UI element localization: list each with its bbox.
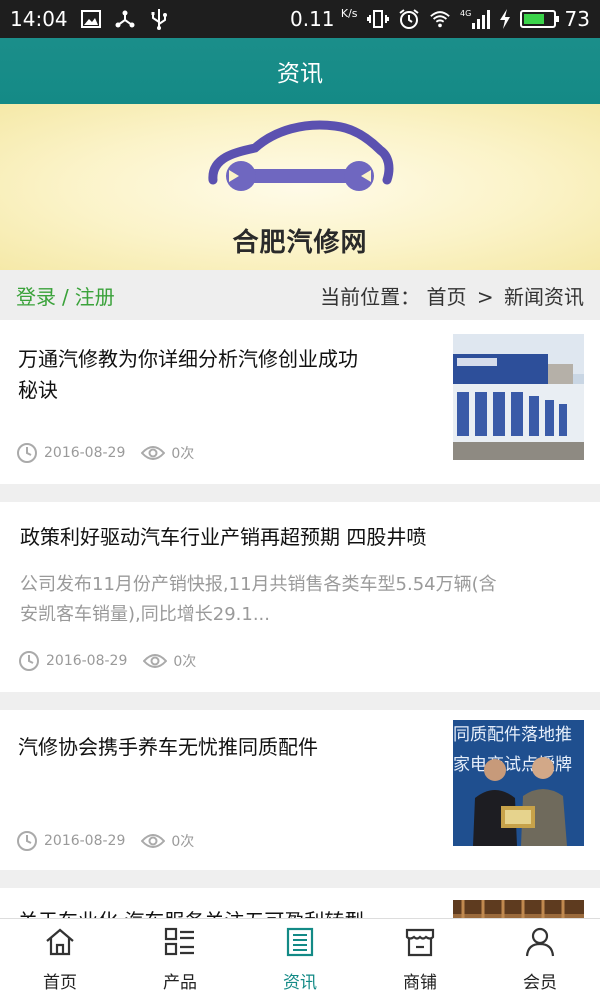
alarm-icon: [398, 9, 420, 29]
nav-member[interactable]: 会员: [480, 919, 600, 1000]
news-summary: 公司发布11月份产销快报,11月共销售各类车型5.54万辆(含: [20, 574, 497, 595]
nav-products[interactable]: 产品: [120, 919, 240, 1000]
current-position: 当前位置： 首页 > 新闻资讯: [320, 284, 584, 309]
nav-home-label: 首页: [43, 972, 77, 993]
news-item[interactable]: 政策利好驱动汽车行业产销再超预期 四股井喷 公司发布11月份产销快报,11月共销…: [0, 502, 600, 692]
shop-icon: [404, 927, 436, 962]
nav-products-label: 产品: [163, 972, 197, 993]
banner-logo-text: 合肥汽修网: [232, 228, 368, 258]
news-title: 万通汽修教为你详细分析汽修创业成功: [18, 347, 358, 371]
login-register: 登录 / 注册: [16, 284, 115, 309]
news-summary-cont: 安凯客车销量),同比增长29.1...: [20, 604, 270, 625]
news-list: 万通汽修教为你详细分析汽修创业成功 秘诀 2016-08-29 0次 政策利好驱…: [0, 320, 600, 918]
news-views: 0次: [171, 446, 195, 462]
charging-icon: [499, 9, 511, 29]
news-item[interactable]: 关于车业化·汽车服务关注五可盈利转型: [0, 888, 600, 918]
login-link[interactable]: 登录: [16, 285, 56, 309]
eye-icon: [141, 833, 166, 849]
news-views: 0次: [173, 654, 197, 670]
banner: 合肥汽修网: [0, 104, 600, 270]
image-icon: [80, 9, 102, 29]
news-date: 2016-08-29: [46, 653, 128, 669]
clock-icon: [16, 830, 38, 852]
nav-news-label: 资讯: [283, 972, 317, 993]
eye-icon: [143, 653, 168, 669]
eye-icon: [141, 445, 166, 461]
member-icon: [525, 927, 555, 962]
news-title: 政策利好驱动汽车行业产销再超预期 四股井喷: [20, 525, 427, 549]
status-bar: 14:04 0.11 K/s 4G 73: [0, 0, 600, 38]
news-title: 汽修协会携手养车无忧推同质配件: [18, 735, 318, 759]
news-thumbnail: [453, 334, 584, 460]
nav-news[interactable]: 资讯: [240, 919, 360, 1000]
product-list-icon: [164, 927, 196, 962]
bottom-nav: 首页 产品 资讯 商铺 会员: [0, 918, 600, 1000]
news-item[interactable]: 万通汽修教为你详细分析汽修创业成功 秘诀 2016-08-29 0次: [0, 320, 600, 484]
news-thumbnail: [453, 900, 584, 918]
svg-text:4G: 4G: [460, 9, 471, 18]
net-speed: 0.11 K/s: [290, 7, 358, 31]
clock-icon: [18, 650, 40, 672]
nav-home[interactable]: 首页: [0, 919, 120, 1000]
wifi-icon: [429, 9, 451, 29]
breadcrumb-home-link[interactable]: 首页: [427, 285, 467, 309]
news-title-cont: 秘诀: [18, 378, 58, 402]
news-date: 2016-08-29: [44, 833, 126, 849]
battery-icon: [519, 10, 559, 28]
news-views: 0次: [171, 834, 195, 850]
news-title: 关于车业化·汽车服务关注五可盈利转型: [18, 906, 438, 918]
status-time: 14:04: [10, 7, 68, 31]
breadcrumb-current: 新闻资讯: [504, 284, 584, 309]
home-icon: [44, 927, 76, 962]
news-date: 2016-08-29: [44, 445, 126, 461]
vibrate-icon: [366, 9, 389, 29]
news-thumbnail: 同质配件落地推 家电商试点授牌: [453, 720, 584, 846]
clock-icon: [16, 442, 38, 464]
nav-shops-label: 商铺: [403, 972, 437, 993]
title-bar: 资讯: [0, 38, 600, 104]
breadcrumb: 登录 / 注册 当前位置： 首页 > 新闻资讯: [0, 270, 600, 320]
news-item[interactable]: 汽修协会携手养车无忧推同质配件 2016-08-29 0次 同质配件落地推 家电…: [0, 710, 600, 870]
news-icon: [285, 927, 315, 962]
nav-shops[interactable]: 商铺: [360, 919, 480, 1000]
usb-share-icon: [114, 9, 136, 29]
car-wrench-logo-icon: [208, 120, 394, 191]
page-title: 资讯: [277, 61, 323, 87]
register-link[interactable]: 注册: [75, 285, 115, 309]
signal-icon: 4G: [460, 9, 490, 29]
battery-percent: 73: [564, 7, 590, 31]
nav-member-label: 会员: [523, 972, 557, 993]
usb-icon: [148, 9, 170, 30]
